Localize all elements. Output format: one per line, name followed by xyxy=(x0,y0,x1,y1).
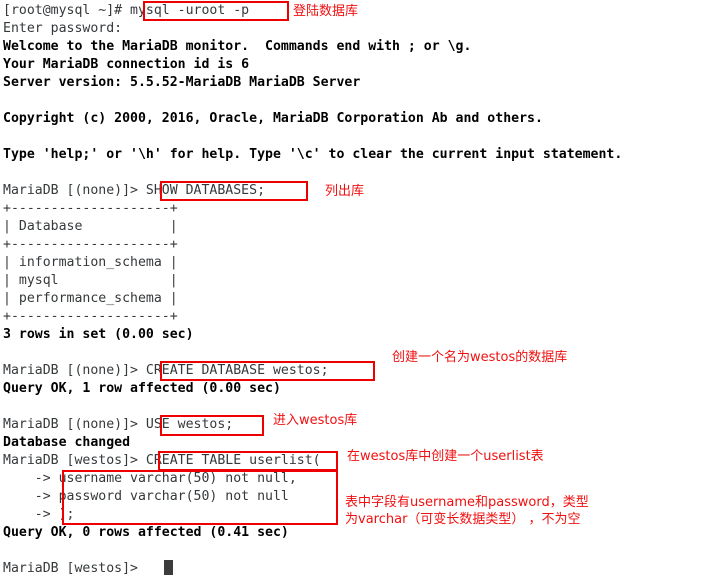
terminal-line: Server version: 5.5.52-MariaDB MariaDB S… xyxy=(3,75,361,90)
terminal-line: Your MariaDB connection id is 6 xyxy=(3,57,250,72)
terminal-line: MariaDB [(none)]> CREATE DATABASE westos… xyxy=(3,363,329,378)
terminal-line: Type 'help;' or '\h' for help. Type '\c'… xyxy=(3,147,623,162)
terminal-line: +--------------------+ xyxy=(3,309,178,324)
annotation-login: 登陆数据库 xyxy=(293,4,359,19)
annotation-create-table: 在westos库中创建一个userlist表 xyxy=(347,449,544,464)
terminal-line: 3 rows in set (0.00 sec) xyxy=(3,327,194,342)
terminal-line: Copyright (c) 2000, 2016, Oracle, MariaD… xyxy=(3,111,543,126)
annotation-list-databases: 列出库 xyxy=(325,184,365,199)
terminal-line: Query OK, 1 row affected (0.00 sec) xyxy=(3,381,281,396)
terminal-line: +--------------------+ xyxy=(3,237,178,252)
terminal-cursor xyxy=(164,560,173,575)
terminal-line: Enter password: xyxy=(3,21,123,36)
annotation-create-database: 创建一个名为westos的数据库 xyxy=(392,350,568,365)
terminal-line: | performance_schema | xyxy=(3,291,178,306)
terminal-window[interactable]: [root@mysql ~]# mysql -uroot -p Enter pa… xyxy=(0,0,707,585)
annotation-columns-line2: 为varchar（可变长数据类型） ，不为空 xyxy=(345,512,581,527)
terminal-line: | information_schema | xyxy=(3,255,178,270)
terminal-line: | mysql | xyxy=(3,273,178,288)
terminal-line: MariaDB [westos]> xyxy=(3,561,146,576)
terminal-line: +--------------------+ xyxy=(3,201,178,216)
annotation-use-database: 进入westos库 xyxy=(273,413,358,428)
annotation-columns-line1: 表中字段有username和password，类型 xyxy=(345,495,589,510)
terminal-output: [root@mysql ~]# mysql -uroot -p Enter pa… xyxy=(3,2,707,578)
terminal-line: Welcome to the MariaDB monitor. Commands… xyxy=(3,39,472,54)
terminal-line: -> username varchar(50) not null, xyxy=(3,471,297,486)
terminal-line: | Database | xyxy=(3,219,178,234)
